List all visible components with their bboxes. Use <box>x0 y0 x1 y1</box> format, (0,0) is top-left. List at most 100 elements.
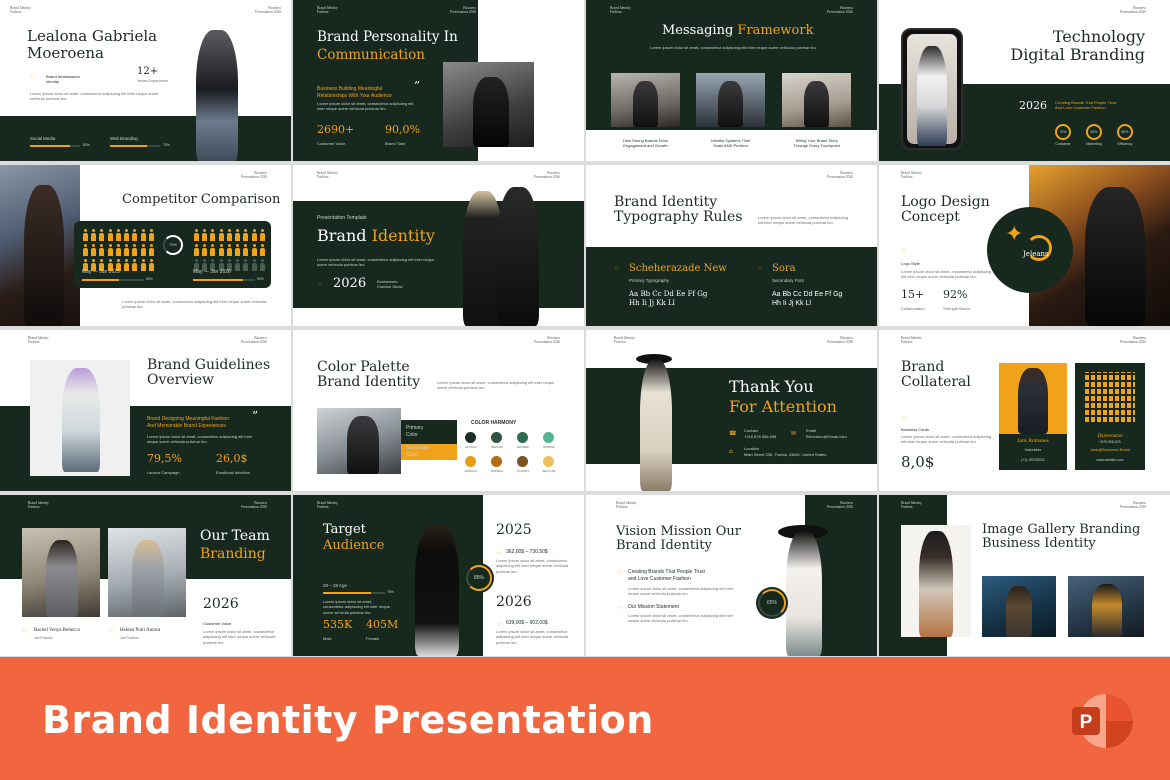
person-icon <box>98 229 105 241</box>
qr-username: @Username <box>1097 433 1123 438</box>
tech-ring-2-label: Marketing <box>1086 142 1102 146</box>
slide-brand-personality[interactable]: Brand Identity Fashion Business Presenta… <box>293 0 584 161</box>
slide-image-gallery[interactable]: Brand Identity Fashion Business Presenta… <box>879 495 1170 656</box>
slide-header-right: Business Presentation 2026 <box>534 171 560 180</box>
slide-logo-design[interactable]: Brand Identity Fashion Logo Design Conce… <box>879 165 1170 326</box>
stat2-value: 90,0% <box>385 123 420 136</box>
people-row <box>193 229 265 241</box>
collateral-text: Lorem ipsum dolor sit amet, consectetur … <box>901 434 992 445</box>
person-icon <box>140 259 146 271</box>
team-text: Lorem ipsum dolor sit amet, consectetur … <box>203 629 276 645</box>
brand-mark-icon: ⁘ <box>901 413 907 421</box>
year-2026-text: Lorem ipsum dolor sit amet, consectetur … <box>496 629 569 645</box>
male-label: Male <box>323 636 332 641</box>
qr-brand: Jack@Business Brand <box>1089 447 1131 452</box>
person-icon <box>115 244 121 256</box>
period-1-label: May — Jun 2025 <box>82 269 120 275</box>
slide-header-right: Business Presentation 2026 <box>827 336 853 345</box>
age-fill <box>323 592 371 594</box>
guidelines-stat-1-label: Launch Campaign <box>147 470 180 475</box>
person-icon <box>82 229 88 241</box>
harmony-swatch-hex: #E89A1A <box>464 469 478 473</box>
logo-stat-2: 92% <box>943 288 968 301</box>
female-label: Female <box>366 636 380 641</box>
period-2-value: 80% <box>257 277 264 281</box>
person-icon <box>131 244 138 256</box>
slide-color-palette[interactable]: Business Presentation 2026 Color Palette… <box>293 330 584 491</box>
cover-event: Businesses Fashion Show <box>377 279 403 290</box>
brand-mark-icon: ⁘ <box>616 604 622 612</box>
ambassador-photo <box>168 20 264 161</box>
harmony-swatch <box>517 456 528 467</box>
slide-header-right: Business Presentation 2026 <box>1120 336 1146 345</box>
palette-text: Lorem ipsum dolor sit amet, consectetur … <box>437 380 555 391</box>
harmony-swatch-hex: #17291F <box>465 445 477 449</box>
messaging-title: Messaging Framework <box>662 23 814 38</box>
stat2-label: Brand Tone <box>385 141 406 146</box>
member-1-role: Job Position <box>34 636 53 640</box>
period-2-label: May — Jun 2026 <box>193 269 231 275</box>
slide-brand-identity-cover[interactable]: Brand Identity Fashion Business Presenta… <box>293 165 584 326</box>
logo-wordmark: Jeleans <box>1023 250 1049 258</box>
year-2025: 2025 <box>496 522 532 538</box>
personality-sub: Business Building Meaningful Relationshi… <box>317 86 392 99</box>
tech-tagline: Creating Brands That People Trust And Lo… <box>1055 100 1117 111</box>
slide-vision-mission[interactable]: Brand Identity Fashion Business Presenta… <box>586 495 877 656</box>
secondary-color-label: Secondary Color <box>406 445 430 458</box>
email-value: Elecrolino@Gmail.com <box>806 434 847 439</box>
logo-style-label: Logo Style <box>901 261 920 266</box>
slide-thank-you[interactable]: Brand Identity Fashion Business Presenta… <box>586 330 877 491</box>
target-title: Target <box>323 522 366 537</box>
years-value: 12+ <box>137 66 159 77</box>
guidelines-title: Brand Guidelines Overview <box>147 357 271 389</box>
slide-competitor[interactable]: Business Presentation 2026 Competitor Co… <box>0 165 291 326</box>
slide-target-audience[interactable]: Brand Identity Fashion Target Audience 2… <box>293 495 584 656</box>
target-ring-value: 85% <box>473 575 484 581</box>
qr-phone: +875-908-876 <box>1099 440 1121 444</box>
person-icon <box>98 244 105 256</box>
slide-our-team[interactable]: Brand Identity Fashion Business Presenta… <box>0 495 291 656</box>
ambassador-role: Brand Ambassador Identity <box>46 74 81 85</box>
messaging-text: Lorem ipsum dolor sit amet, consectetur … <box>650 45 817 50</box>
target-text: Lorem ipsum dolor sit amet, consectetur … <box>323 599 390 615</box>
person-icon <box>123 259 130 271</box>
slide-guidelines[interactable]: Brand Identity Fashion Business Presenta… <box>0 330 291 491</box>
person-icon <box>234 229 241 241</box>
harmony-swatch-hex: #EFC15E <box>542 469 556 473</box>
technology-title: Technology Digital Branding <box>1010 27 1145 64</box>
harmony-swatch <box>491 432 502 443</box>
team-year: 2026 <box>203 596 239 612</box>
slide-header-left: Brand Identity Fashion <box>901 171 922 180</box>
person-icon <box>148 259 154 271</box>
slide-collateral[interactable]: Brand Identity Fashion Business Presenta… <box>879 330 1170 491</box>
brand-mark-icon: ⁘ <box>496 620 502 628</box>
brand-mark-icon: ⁘ <box>108 627 114 635</box>
harmony-swatch-hex: #56B592 <box>542 445 555 449</box>
harmony-swatch-hex: #2F6B4F <box>516 445 530 449</box>
slide-messaging-framework[interactable]: Brand Identity Fashion Business Presenta… <box>586 0 877 161</box>
person-icon <box>148 229 154 241</box>
slide-typography[interactable]: Business Presentation 2026 Brand Identit… <box>586 165 877 326</box>
contact-value: +216 876 556 098 <box>744 434 777 439</box>
tech-ring-3-value: 80% <box>1121 130 1129 134</box>
harmony-swatch <box>517 432 528 443</box>
team-title: Our Team <box>200 528 270 544</box>
bar1-fill <box>30 145 70 147</box>
vision-statement: Creating Brands That People Trust and Lo… <box>628 569 705 582</box>
slide-header-right: Business Presentation 2026 <box>827 501 853 510</box>
cover-photo <box>453 183 553 326</box>
slide-header-left: Brand Identity Fashion <box>616 501 637 510</box>
message-caption-1: How Strong Brands Drive Engagement and G… <box>622 138 669 149</box>
message-photo-2 <box>696 73 765 127</box>
person-icon <box>148 244 154 256</box>
qr-site: www.website.com <box>1096 458 1124 462</box>
gallery-photo-3 <box>1068 576 1144 637</box>
brand-mark-icon: ⁘ <box>30 73 36 81</box>
team-photo-2 <box>108 528 186 617</box>
period-1-fill <box>82 279 119 281</box>
logo-title: Logo Design Concept <box>901 194 990 226</box>
slide-technology[interactable]: Business Presentation 2026 Technology Di… <box>879 0 1170 161</box>
person-icon <box>123 244 130 256</box>
harmony-swatch <box>465 456 476 467</box>
slide-ambassador[interactable]: Brand Identity Fashion Business Presenta… <box>0 0 291 161</box>
